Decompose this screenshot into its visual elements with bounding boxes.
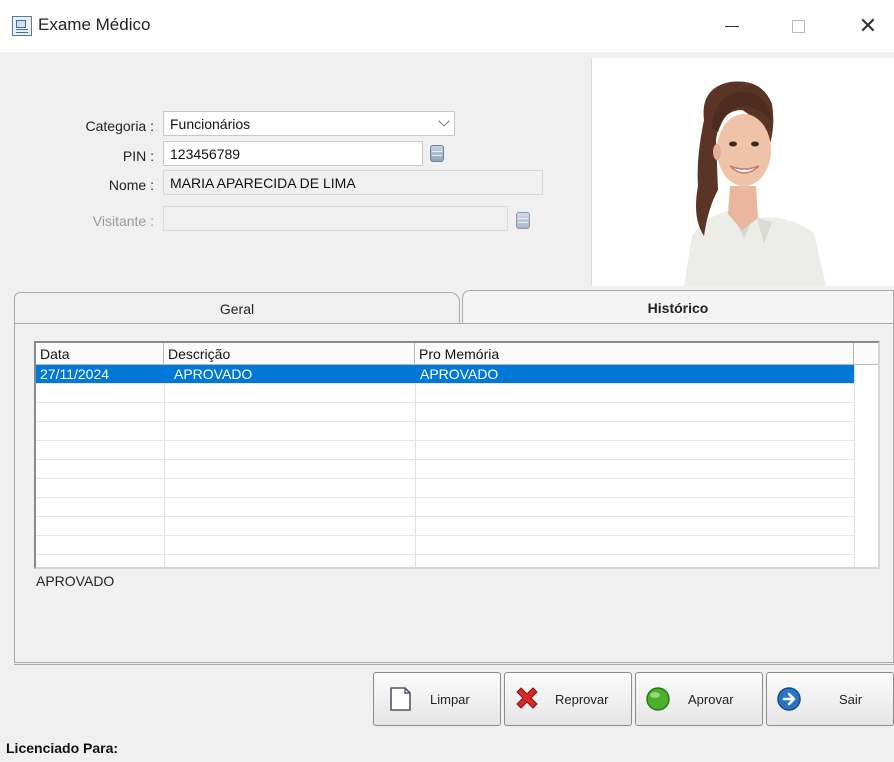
maximize-button[interactable] — [778, 10, 818, 42]
cell-pro-memoria: APROVADO — [420, 366, 499, 382]
table-row-empty — [36, 479, 854, 498]
grid-header: Data Descrição Pro Memória — [36, 343, 878, 365]
categoria-label: Categoria : — [85, 118, 154, 134]
nome-label: Nome : — [108, 177, 154, 193]
tab-geral[interactable]: Geral — [14, 292, 460, 324]
licensed-to-label: Licenciado Para: — [6, 740, 119, 756]
pin-input[interactable]: 123456789 — [163, 141, 423, 166]
table-row-empty — [36, 422, 854, 441]
nome-field: MARIA APARECIDA DE LIMA — [163, 170, 543, 195]
cell-data: 27/11/2024 — [40, 366, 110, 382]
table-row-empty — [36, 384, 854, 403]
tab-strip: Geral Histórico — [14, 290, 894, 324]
button-bar-divider — [14, 664, 894, 666]
visitante-lookup-icon[interactable] — [516, 212, 530, 229]
person-form: Categoria : Funcionários PIN : 123456789… — [0, 52, 585, 287]
column-header-descricao[interactable]: Descrição — [164, 343, 415, 365]
person-photo — [591, 58, 894, 286]
table-row-empty — [36, 536, 854, 555]
window-title: Exame Médico — [38, 15, 151, 34]
aprovar-label: Aprovar — [688, 692, 734, 707]
reprovar-label: Reprovar — [555, 692, 609, 707]
app-icon — [12, 16, 32, 36]
table-row-empty — [36, 441, 854, 460]
exit-arrow-icon — [777, 687, 801, 711]
person-portrait-image — [592, 58, 894, 286]
sair-button[interactable]: Sair — [766, 672, 894, 726]
green-circle-icon — [646, 687, 670, 711]
categoria-value: Funcionários — [170, 116, 251, 132]
table-row-empty — [36, 498, 854, 517]
pin-lookup-icon[interactable] — [430, 145, 444, 162]
table-row-empty — [36, 517, 854, 536]
history-grid[interactable]: Data Descrição Pro Memória 27/11/2024 AP… — [34, 341, 880, 569]
limpar-label: Limpar — [430, 692, 470, 707]
memo-text: APROVADO — [36, 573, 115, 589]
table-row-empty — [36, 403, 854, 422]
close-button[interactable]: ✕ — [848, 10, 888, 42]
table-row-empty — [36, 460, 854, 479]
chevron-down-icon — [438, 115, 450, 127]
grid-scroll-gutter — [854, 365, 878, 567]
aprovar-button[interactable]: Aprovar — [635, 672, 763, 726]
pin-label: PIN : — [122, 148, 154, 164]
categoria-select[interactable]: Funcionários — [163, 111, 455, 136]
limpar-button[interactable]: Limpar — [373, 672, 501, 726]
minimize-button[interactable] — [712, 10, 752, 42]
visitante-field — [163, 206, 508, 231]
cell-descricao: APROVADO — [174, 366, 253, 382]
clear-page-icon — [390, 687, 411, 711]
column-header-pro-memoria[interactable]: Pro Memória — [415, 343, 854, 365]
table-row[interactable]: 27/11/2024 APROVADO APROVADO — [36, 365, 854, 384]
column-header-data[interactable]: Data — [36, 343, 164, 365]
visitante-label: Visitante : — [92, 213, 154, 229]
reprovar-button[interactable]: Reprovar — [504, 672, 632, 726]
sair-label: Sair — [839, 692, 863, 707]
tab-historico[interactable]: Histórico — [462, 290, 894, 324]
red-x-icon — [516, 687, 538, 709]
title-bar: Exame Médico ✕ — [0, 0, 894, 52]
